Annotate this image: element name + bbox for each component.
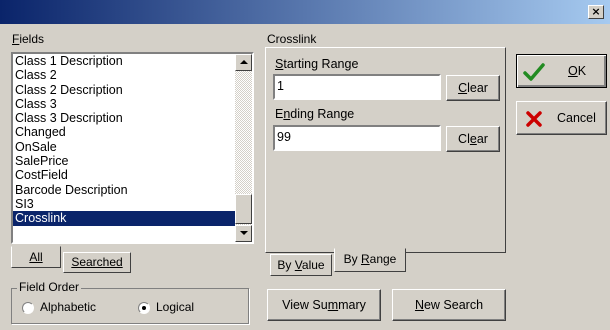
list-item[interactable]: Class 1 Description — [13, 54, 235, 68]
cancel-x-icon — [526, 111, 542, 127]
radio-alphabetic[interactable] — [22, 302, 34, 314]
arrow-up-icon — [240, 60, 248, 64]
new-search-label: New Search — [414, 298, 484, 312]
list-item[interactable]: Barcode Description — [13, 183, 235, 197]
scroll-down-button[interactable] — [235, 225, 252, 242]
close-icon: × — [591, 5, 601, 18]
tab-searched-label: Searched — [71, 255, 123, 269]
radio-selected-dot — [142, 306, 146, 310]
scroll-up-button[interactable] — [235, 54, 252, 71]
fields-label: Fields — [12, 32, 44, 46]
radio-logical-label[interactable]: Logical — [156, 300, 194, 314]
cancel-label: Cancel — [557, 111, 596, 125]
list-item[interactable]: Class 2 — [13, 68, 235, 82]
list-item[interactable]: Changed — [13, 125, 235, 139]
close-button[interactable]: × — [588, 5, 604, 19]
crosslink-label: Crosslink — [267, 32, 317, 46]
new-search-button[interactable]: New Search — [392, 289, 506, 321]
list-item[interactable]: CostField — [13, 168, 235, 182]
starting-range-input[interactable]: 1 — [273, 74, 441, 100]
tab-by-value-mnemonic: V — [294, 258, 302, 272]
clear-starting-button[interactable]: Clear — [446, 75, 500, 101]
ending-range-rest: ding Range — [290, 107, 355, 121]
starting-range-rest: tarting Range — [283, 57, 359, 71]
clear-starting-label: Clear — [458, 81, 488, 95]
tab-by-value[interactable]: By Value — [270, 254, 332, 276]
list-item[interactable]: SI3 — [13, 197, 235, 211]
field-order-label: Field Order — [17, 280, 82, 294]
ok-button[interactable]: OK — [516, 54, 607, 88]
tab-all[interactable]: All — [11, 246, 61, 268]
tab-by-range[interactable]: By Range — [334, 248, 406, 272]
fields-listbox[interactable]: Class 1 Description Class 2 Class 2 Descri… — [11, 52, 254, 244]
tab-searched[interactable]: Searched — [63, 252, 131, 273]
new-search-mnemonic: N — [414, 298, 424, 312]
list-item[interactable]: SalePrice — [13, 154, 235, 168]
list-item[interactable]: Crosslink — [13, 211, 235, 226]
ok-label: OK — [568, 64, 587, 78]
fields-label-rest: ields — [19, 32, 45, 46]
radio-alphabetic-label[interactable]: Alphabetic — [40, 300, 96, 314]
ok-mnemonic: O — [568, 64, 578, 78]
ending-range-label: Ending Range — [275, 107, 354, 121]
title-bar — [0, 0, 610, 24]
clear-starting-mnemonic: C — [458, 81, 468, 95]
starting-range-label: Starting Range — [275, 57, 358, 71]
list-item[interactable]: OnSale — [13, 140, 235, 154]
checkmark-icon — [523, 63, 545, 81]
tab-by-range-mnemonic: R — [360, 252, 370, 266]
ending-range-input[interactable]: 99 — [273, 125, 441, 151]
view-summary-label: View Summary — [282, 298, 366, 312]
list-item[interactable]: Class 3 Description — [13, 111, 235, 125]
fields-list: Class 1 Description Class 2 Class 2 Descri… — [13, 54, 252, 226]
clear-ending-label: Clear — [458, 132, 488, 146]
vertical-scrollbar[interactable] — [235, 54, 252, 242]
radio-logical[interactable] — [138, 302, 150, 314]
clear-ending-button[interactable]: Clear — [446, 126, 500, 152]
list-item[interactable]: Class 2 Description — [13, 83, 235, 97]
view-summary-mnemonic: m — [327, 298, 339, 312]
arrow-down-icon — [240, 231, 248, 235]
tab-by-range-label: By Range — [343, 252, 397, 266]
list-item[interactable]: Class 3 — [13, 97, 235, 111]
cancel-button[interactable]: Cancel — [516, 101, 607, 135]
tab-by-value-label: By Value — [277, 258, 325, 272]
tab-all-label: All — [29, 250, 43, 264]
clear-ending-mnemonic: e — [469, 132, 477, 146]
view-summary-button[interactable]: View Summary — [267, 289, 381, 321]
scroll-thumb[interactable] — [235, 194, 252, 224]
